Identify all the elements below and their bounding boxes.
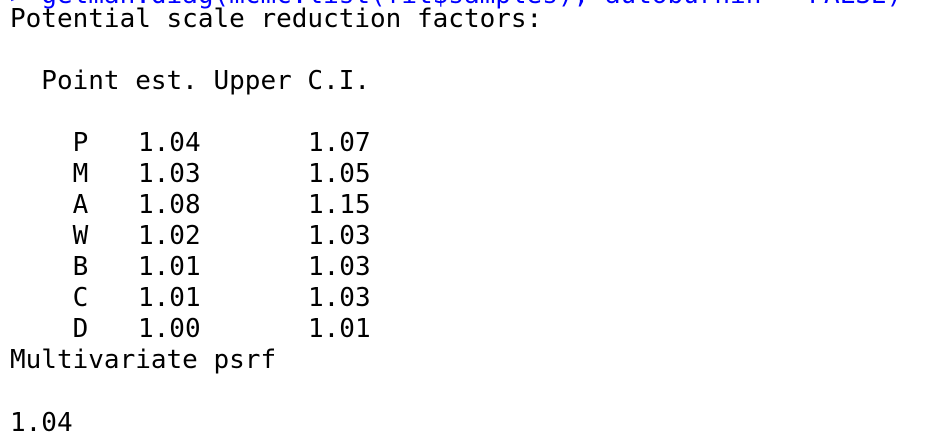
point-estimate: 1.00 <box>138 314 201 344</box>
table-row: B 1.01 1.03 <box>10 221 371 282</box>
multivariate-label: Multivariate psrf <box>10 345 277 375</box>
table-row: C 1.01 1.03 <box>10 252 371 313</box>
table-row: A 1.08 1.15 <box>10 159 371 220</box>
table-row: W 1.02 1.03 <box>10 190 371 251</box>
upper-ci: 1.01 <box>308 314 371 344</box>
table-row: P 1.04 1.07 <box>10 97 371 158</box>
multivariate-value: 1.04 <box>10 408 73 438</box>
table-header: Point est. Upper C.I. <box>10 66 371 96</box>
r-console-output[interactable]: > gelman.diag(mcmc.list(fit$samples), au… <box>0 0 944 442</box>
table-row: D 1.00 1.01 <box>10 283 371 344</box>
row-name: D <box>72 314 89 344</box>
output-title: Potential scale reduction factors: <box>10 4 543 34</box>
table-row: M 1.03 1.05 <box>10 128 371 189</box>
